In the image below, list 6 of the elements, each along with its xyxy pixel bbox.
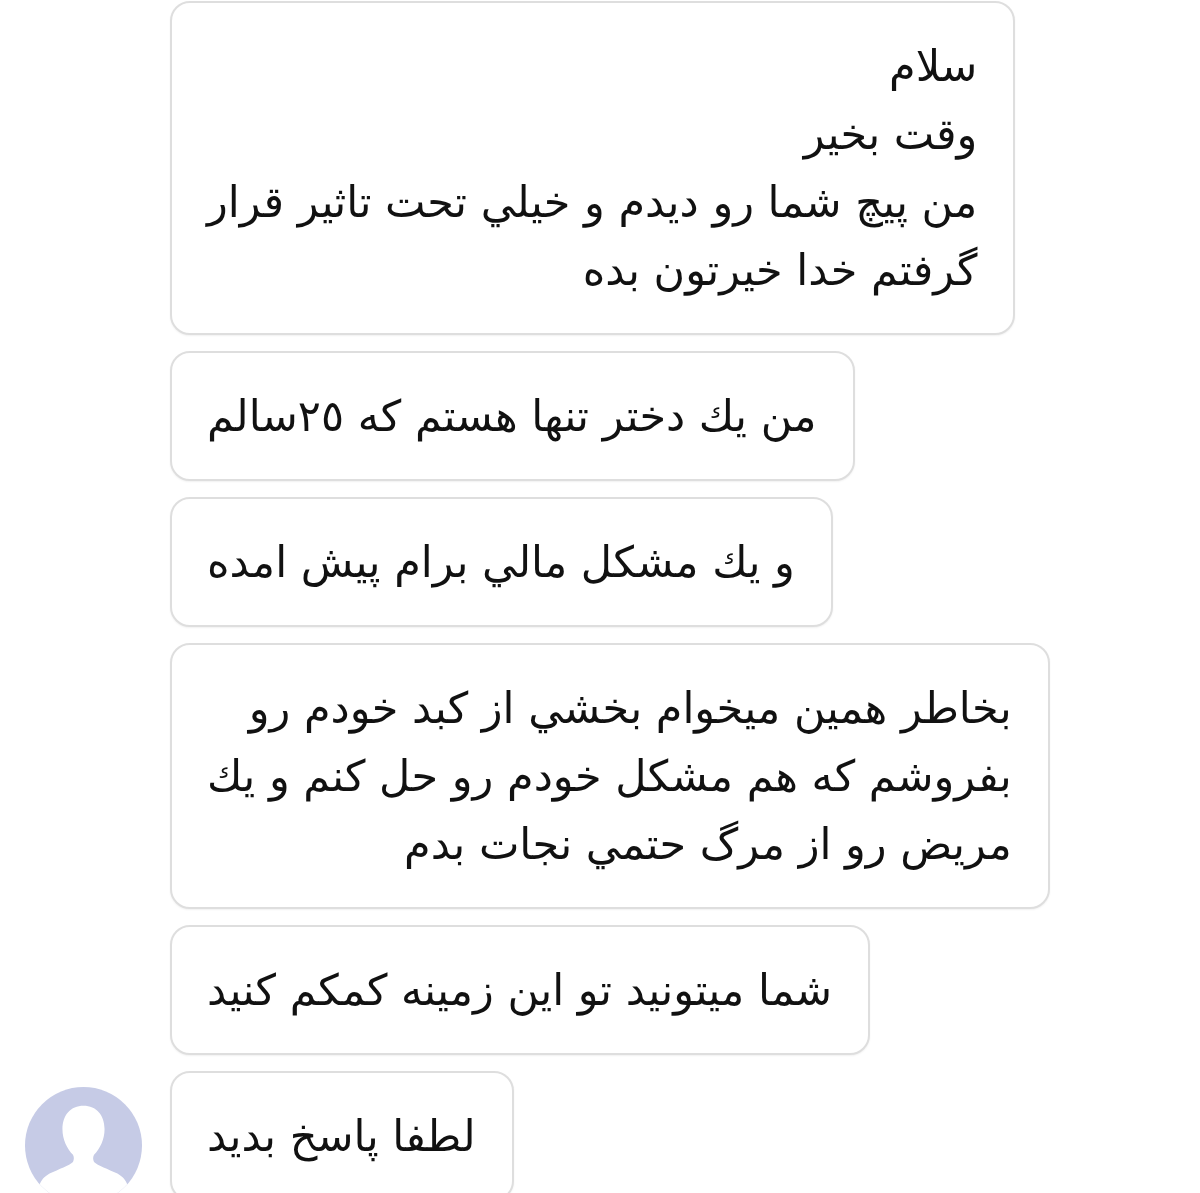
- message-text: و يك مشكل مالي برام پيش امده: [207, 536, 795, 590]
- message-text: لطفا پاسخ بديد: [207, 1110, 476, 1164]
- message-text: سلام وقت بخير من پيچ شما رو ديدم و خيلي تحت تاثير قرار گرفتم خدا خيرتون بده: [207, 40, 978, 298]
- message-text: من يك دختر تنها هستم كه ٢٥سالم: [207, 390, 817, 444]
- message-text: شما ميتونيد تو اين زمينه كمكم كنيد: [207, 964, 833, 1018]
- message-text: بخاطر همين ميخوام بخشي از كبد خودم رو بفروشم كه هم مشكل خودم رو حل كنم و يك مريض رو از مرگ حتمي نجات بدم: [207, 682, 1012, 872]
